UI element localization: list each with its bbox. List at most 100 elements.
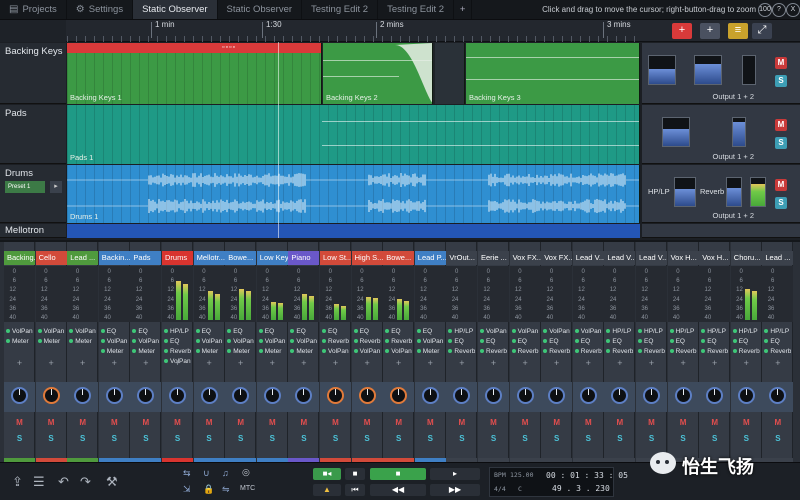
mute-button[interactable]: M	[202, 418, 217, 428]
plugin-enabled-icon[interactable]	[764, 349, 769, 354]
channel-name[interactable]: Low Key...	[256, 251, 288, 265]
plugin-enabled-icon[interactable]	[322, 329, 326, 334]
stop-button[interactable]: ■	[345, 468, 365, 480]
add-plugin-button[interactable]: +	[604, 358, 635, 368]
plugin-enabled-icon[interactable]	[574, 349, 579, 354]
tab-testing-edit-2b[interactable]: Testing Edit 2	[378, 0, 455, 19]
plugin-enabled-icon[interactable]	[6, 339, 10, 344]
plugin-enabled-icon[interactable]	[606, 329, 611, 334]
mute-button[interactable]: M	[644, 418, 659, 428]
plugin-thumbnail[interactable]	[742, 55, 756, 85]
plugin-enabled-icon[interactable]	[37, 339, 42, 344]
channel-name[interactable]: Vox FX...	[541, 251, 573, 265]
plugin-enabled-icon[interactable]	[574, 329, 579, 334]
track-lane[interactable]: Pads 1	[67, 105, 640, 164]
add-plugin-button[interactable]: +	[762, 358, 793, 368]
clip[interactable]: Backing Keys 3	[466, 43, 640, 104]
add-plugin-button[interactable]: +	[162, 358, 193, 368]
mute-button[interactable]: M	[360, 418, 375, 428]
plugin-slot[interactable]: Reverb	[543, 346, 570, 357]
plugin-enabled-icon[interactable]	[701, 329, 706, 334]
clip[interactable]: Backing Keys 2	[323, 43, 433, 104]
mute-button[interactable]: M	[75, 418, 90, 428]
channel-name[interactable]: Bowe...	[383, 251, 415, 265]
plugin-enabled-icon[interactable]	[258, 349, 263, 354]
pan-knob[interactable]	[105, 387, 123, 404]
warning-icon[interactable]: ▲	[313, 484, 341, 496]
solo-button[interactable]: S	[775, 137, 787, 149]
channel-name[interactable]: High S...	[351, 251, 383, 265]
playhead[interactable]	[278, 42, 279, 238]
wrench-icon[interactable]: ⚒	[106, 474, 118, 490]
channel-name[interactable]: Lead V...	[604, 251, 636, 265]
add-plugin-button[interactable]: +	[4, 358, 35, 368]
plugin-enabled-icon[interactable]	[511, 329, 516, 334]
plugin-enabled-icon[interactable]	[100, 329, 105, 334]
plugin-slot[interactable]: Reverb	[764, 346, 791, 357]
add-plugin-button[interactable]: +	[415, 358, 446, 368]
plugin-enabled-icon[interactable]	[448, 349, 453, 354]
solo-button[interactable]: S	[12, 434, 27, 444]
pan-knob[interactable]	[11, 387, 28, 404]
sync-icon[interactable]: ⇋	[222, 484, 230, 495]
solo-button[interactable]: S	[612, 434, 627, 444]
plugin-thumbnail[interactable]	[674, 177, 696, 207]
loop-icon[interactable]: ⇆	[183, 468, 191, 479]
channel-name[interactable]: Cello	[35, 251, 67, 265]
plugin-slot[interactable]: Reverb	[448, 346, 475, 357]
solo-button[interactable]: S	[644, 434, 659, 444]
plugin-enabled-icon[interactable]	[227, 339, 232, 344]
add-plugin-button[interactable]: +	[257, 358, 288, 368]
plugin-thumbnail[interactable]	[732, 117, 746, 147]
settings-icon[interactable]: ≡	[728, 23, 748, 39]
plugin-enabled-icon[interactable]	[638, 339, 642, 344]
plugin-enabled-icon[interactable]	[322, 339, 326, 344]
pan-knob[interactable]	[643, 387, 660, 404]
plugin-thumbnail[interactable]	[648, 55, 676, 85]
channel-name[interactable]: Bowe...	[225, 251, 257, 265]
plugin-enabled-icon[interactable]	[195, 329, 200, 334]
mute-button[interactable]: M	[770, 418, 785, 428]
plugin-slot[interactable]: VolPan	[322, 346, 349, 357]
plugin-enabled-icon[interactable]	[764, 329, 769, 334]
channel-name[interactable]: Eerie ...	[478, 251, 509, 265]
channel-name[interactable]: Piano	[288, 251, 320, 265]
timeline-ruler[interactable]: 1 min 1:30 2 mins 3 mins	[67, 20, 640, 42]
plugin-slot[interactable]: Meter	[132, 346, 159, 357]
plugin-enabled-icon[interactable]	[416, 329, 421, 334]
record-enable-button[interactable]: ■◂	[313, 468, 341, 480]
plugin-enabled-icon[interactable]	[258, 329, 263, 334]
plugin-enabled-icon[interactable]	[353, 339, 358, 344]
plugin-slot[interactable]: Meter	[195, 346, 223, 357]
zoom-level-button[interactable]: 100	[758, 3, 772, 17]
plugin-slot[interactable]: Reverb	[638, 346, 665, 357]
plugin-enabled-icon[interactable]	[195, 339, 200, 344]
plugin-slot[interactable]: Reverb	[574, 346, 602, 357]
add-tab-button[interactable]: +	[454, 0, 473, 19]
plugin-enabled-icon[interactable]	[100, 339, 105, 344]
add-plugin-button[interactable]: +	[225, 358, 256, 368]
solo-button[interactable]: S	[75, 434, 90, 444]
plugin-enabled-icon[interactable]	[164, 349, 168, 354]
mute-button[interactable]: M	[612, 418, 627, 428]
plugin-enabled-icon[interactable]	[290, 329, 295, 334]
plugin-slot[interactable]: Meter	[416, 346, 444, 357]
plugin-slot[interactable]: Meter	[227, 346, 254, 357]
arrow-right-icon[interactable]: ▸	[50, 181, 62, 193]
plugin-slot[interactable]: Meter	[6, 336, 33, 347]
plugin-enabled-icon[interactable]	[511, 349, 516, 354]
plugin-enabled-icon[interactable]	[638, 329, 642, 334]
punch-icon[interactable]: ⇲	[183, 484, 191, 495]
lock-icon[interactable]: 🔒	[203, 484, 214, 495]
add-button[interactable]: +	[700, 23, 720, 39]
plugin-enabled-icon[interactable]	[669, 339, 674, 344]
track-header[interactable]: Drums Preset 1 ▸	[0, 165, 66, 223]
plugin-enabled-icon[interactable]	[669, 349, 674, 354]
mute-button[interactable]: M	[170, 418, 185, 428]
plugin-enabled-icon[interactable]	[638, 349, 642, 354]
add-plugin-button[interactable]: +	[541, 358, 572, 368]
pan-knob[interactable]	[485, 387, 502, 404]
close-button[interactable]: X	[786, 3, 800, 17]
solo-button[interactable]: S	[775, 197, 787, 209]
plugin-enabled-icon[interactable]	[511, 339, 516, 344]
